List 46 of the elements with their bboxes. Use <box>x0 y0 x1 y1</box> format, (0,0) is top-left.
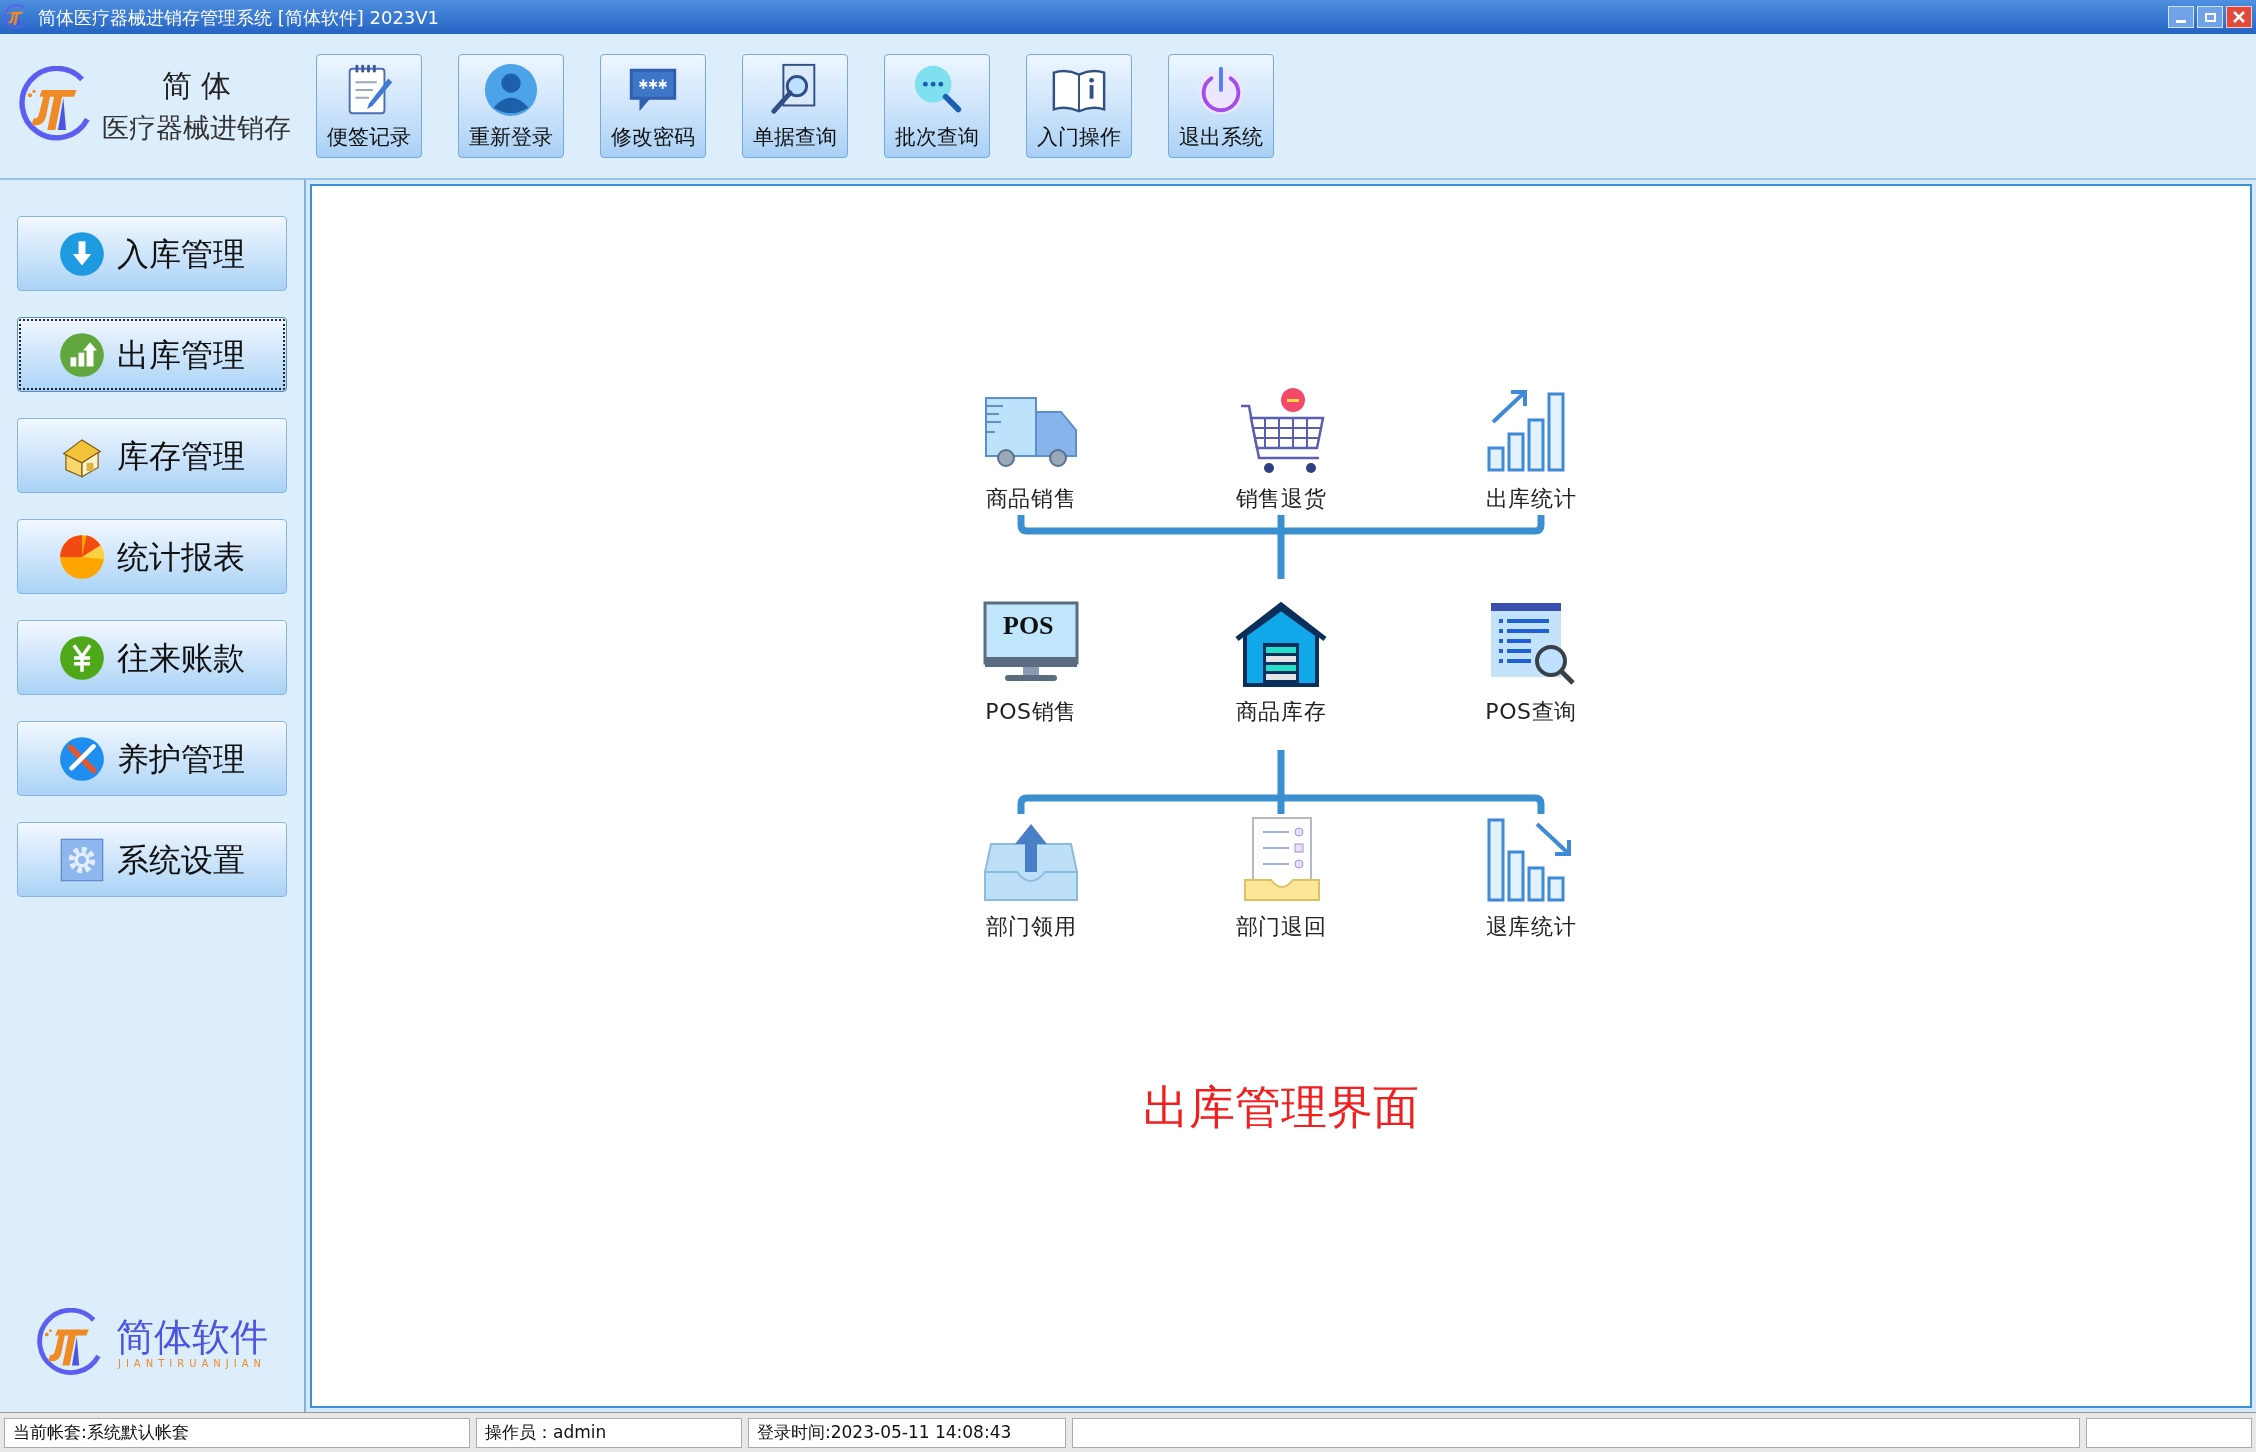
yen-icon <box>59 634 105 681</box>
toolbar-button[interactable]: 重新登录 <box>458 54 564 158</box>
screen-text: POS <box>1003 613 1054 639</box>
sidebar-button[interactable]: 养护管理 <box>17 721 287 796</box>
tools-icon <box>59 735 105 782</box>
node-label[interactable]: 退库统计 <box>1485 910 1577 943</box>
node-label[interactable]: POS销售 <box>985 695 1077 728</box>
sidebar-button[interactable]: 出库管理 <box>17 317 287 392</box>
restore-icon <box>2204 12 2216 22</box>
minimize-icon <box>2176 20 2186 23</box>
node-label[interactable]: 出库统计 <box>1485 482 1577 515</box>
user-icon <box>482 61 540 119</box>
sidebar-button[interactable]: 入库管理 <box>17 216 287 291</box>
status-cell: 操作员：admin <box>476 1417 742 1448</box>
node-label[interactable]: 销售退货 <box>1235 482 1327 515</box>
bar-chart-icon <box>59 331 105 378</box>
sidebar-button[interactable]: 系统设置 <box>17 822 287 897</box>
close-icon <box>2233 11 2245 23</box>
close-button[interactable] <box>2226 6 2252 28</box>
toolbar-button[interactable]: 单据查询 <box>742 54 848 158</box>
node-label[interactable]: 部门领用 <box>985 910 1077 943</box>
settings-icon <box>59 836 105 883</box>
sidebar-button[interactable]: 库存管理 <box>17 418 287 493</box>
status-cell: 当前帐套:系统默认帐套 <box>4 1417 470 1448</box>
brand-pinyin: JIANTIRUANJIAN <box>117 1356 267 1371</box>
node-label[interactable]: 部门退回 <box>1235 910 1327 943</box>
status-cell: 登录时间:2023-05-11 14:08:43 <box>748 1417 1066 1448</box>
window-title: 简体医疗器械进销存管理系统 [简体软件] 2023V1 <box>38 5 440 30</box>
page-caption: 出库管理界面 <box>1143 1079 1419 1136</box>
brand-name: 简体软件 <box>116 1317 268 1356</box>
toolbar-button[interactable]: 退出系统 <box>1168 54 1274 158</box>
logo-icon <box>4 4 30 30</box>
logo-subtitle: 医疗器械进销存 <box>102 111 291 146</box>
toolbar-button[interactable]: 便签记录 <box>316 54 422 158</box>
sidebar-button[interactable]: 往来账款 <box>17 620 287 695</box>
restore-button[interactable] <box>2197 6 2223 28</box>
logo-title: 简 体 <box>161 67 232 106</box>
toolbar-button[interactable]: 入门操作 <box>1026 54 1132 158</box>
minimize-button[interactable] <box>2168 6 2194 28</box>
node-label[interactable]: 商品销售 <box>985 482 1077 515</box>
pie-chart-icon <box>59 533 105 580</box>
node-label[interactable]: POS查询 <box>1485 695 1577 728</box>
toolbar-button[interactable]: 批次查询 <box>884 54 990 158</box>
sidebar-button[interactable]: 统计报表 <box>17 519 287 594</box>
node-label[interactable]: 商品库存 <box>1235 695 1327 728</box>
toolbar-button[interactable]: 修改密码 <box>600 54 706 158</box>
